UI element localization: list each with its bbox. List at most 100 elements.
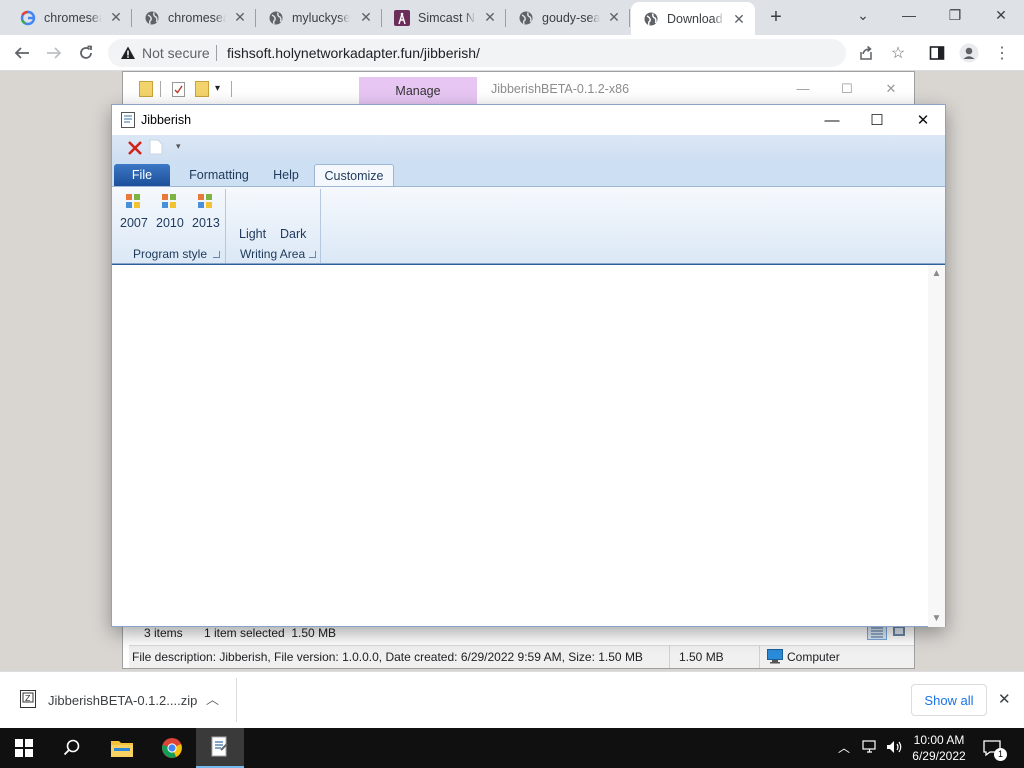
svg-text:Z: Z [25, 694, 31, 703]
tab-customize[interactable]: Customize [314, 164, 394, 186]
selection-info: 1 item selected 1.50 MB [204, 626, 337, 640]
writing-area-launcher-icon[interactable] [309, 251, 316, 258]
group-divider [225, 189, 226, 263]
writing-dark-button[interactable]: Dark [280, 227, 306, 241]
close-tab-icon[interactable]: ✕ [108, 9, 124, 25]
close-document-icon[interactable] [127, 140, 143, 159]
tab-file[interactable]: File [114, 164, 170, 186]
zip-file-icon[interactable]: Z [20, 690, 36, 711]
browser-tab[interactable]: chromesea ✕ [8, 0, 132, 35]
profile-avatar-icon[interactable] [955, 39, 983, 67]
title-bar: Jibberish — ☐ ✕ [112, 105, 945, 135]
windows-start-icon[interactable] [0, 728, 48, 768]
style-2010-label: 2010 [156, 216, 184, 230]
file-description: File description: Jibberish, File versio… [132, 650, 643, 664]
security-label[interactable]: Not secure [142, 45, 210, 61]
style-icon [161, 193, 177, 212]
file-explorer-icon[interactable] [98, 728, 146, 768]
quick-access-toolbar: ▾ [112, 135, 945, 161]
divider [759, 646, 760, 668]
address-bar[interactable]: Not secure fishsoft.holynetworkadapter.f… [108, 39, 846, 67]
close-window-button[interactable]: ✕ [978, 0, 1024, 30]
download-shelf: Z JibberishBETA-0.1.2....zip ︿ Show all … [0, 671, 1024, 728]
close-tab-icon[interactable]: ✕ [731, 11, 747, 27]
divider [236, 678, 237, 722]
system-clock[interactable]: 10:00 AM 6/29/2022 [905, 732, 973, 764]
globe-icon [268, 10, 284, 26]
search-icon[interactable] [48, 728, 96, 768]
browser-tab[interactable]: Simcast Ne ✕ [382, 0, 506, 35]
customize-qat-icon[interactable]: ▾ [215, 83, 220, 94]
chevron-up-icon[interactable]: ︿ [206, 689, 219, 708]
customize-qat-icon[interactable]: ▾ [176, 141, 181, 152]
bookmark-star-icon[interactable]: ☆ [884, 39, 912, 67]
maximize-button[interactable]: ☐ [827, 77, 867, 101]
back-icon[interactable] [8, 39, 36, 67]
browser-tab[interactable]: goudy-sea ✕ [506, 0, 630, 35]
divider [669, 646, 670, 668]
minimize-button[interactable]: — [886, 0, 932, 30]
simcast-icon [394, 9, 410, 26]
close-tab-icon[interactable]: ✕ [482, 9, 498, 25]
url-text[interactable]: fishsoft.holynetworkadapter.fun/jibberis… [227, 45, 480, 61]
scroll-up-icon[interactable]: ▲ [928, 265, 945, 282]
restore-button[interactable]: ❐ [932, 0, 978, 30]
divider [216, 45, 217, 61]
chrome-icon[interactable] [148, 728, 196, 768]
browser-tab-active[interactable]: Download ✕ [631, 2, 755, 35]
maximize-button[interactable]: ☐ [854, 105, 900, 135]
close-tab-icon[interactable]: ✕ [606, 9, 622, 25]
forward-icon[interactable] [40, 39, 68, 67]
share-icon[interactable] [852, 39, 880, 67]
notification-count-badge: 1 [994, 748, 1007, 761]
tab-formatting[interactable]: Formatting [184, 164, 254, 186]
new-document-icon[interactable] [149, 139, 163, 158]
close-button[interactable]: ✕ [900, 105, 946, 135]
close-tab-icon[interactable]: ✕ [358, 9, 374, 25]
minimize-button[interactable]: — [783, 77, 823, 101]
style-2007-label: 2007 [120, 216, 148, 230]
menu-kebab-icon[interactable]: ⋮ [988, 39, 1016, 67]
scroll-down-icon[interactable]: ▼ [928, 610, 945, 627]
tab-help[interactable]: Help [265, 164, 307, 186]
close-tab-icon[interactable]: ✕ [232, 9, 248, 25]
browser-tab[interactable]: chromesea ✕ [132, 0, 256, 35]
item-count: 3 items [144, 626, 183, 640]
window-title: Jibberish [141, 113, 192, 127]
close-button[interactable]: ✕ [871, 77, 911, 101]
explorer-title: JibberishBETA-0.1.2-x86 [491, 82, 630, 96]
show-all-button[interactable]: Show all [911, 684, 987, 716]
program-style-launcher-icon[interactable] [213, 251, 220, 258]
tab-label: goudy-sea [542, 10, 600, 25]
new-folder-icon[interactable] [195, 81, 209, 97]
browser-tab[interactable]: myluckysea ✕ [256, 0, 382, 35]
properties-icon[interactable] [172, 82, 185, 97]
style-2013-button[interactable]: 2013 [189, 191, 221, 233]
close-icon[interactable]: ✕ [998, 690, 1011, 708]
style-icon [197, 193, 213, 212]
explorer-details-bar: File description: Jibberish, File versio… [129, 645, 914, 668]
volume-icon[interactable] [886, 739, 904, 758]
folder-icon[interactable] [139, 81, 153, 97]
network-icon[interactable] [862, 739, 880, 758]
google-g-icon [20, 10, 36, 26]
style-2010-button[interactable]: 2010 [153, 191, 185, 233]
download-file-name[interactable]: JibberishBETA-0.1.2....zip [48, 693, 197, 708]
minimize-button[interactable]: — [809, 105, 855, 135]
jibberish-window: Jibberish — ☐ ✕ ▾ File Formatting Help C… [111, 104, 946, 627]
clock-date: 6/29/2022 [912, 749, 966, 763]
vertical-scrollbar[interactable]: ▲ ▼ [928, 265, 945, 627]
writing-light-button[interactable]: Light [239, 227, 266, 241]
clock-time: 10:00 AM [913, 733, 965, 747]
style-2013-label: 2013 [192, 216, 220, 230]
new-tab-button[interactable]: + [764, 6, 788, 28]
style-2007-button[interactable]: 2007 [117, 191, 149, 233]
jibberish-taskbar-icon[interactable] [196, 728, 244, 768]
side-panel-icon[interactable] [923, 39, 951, 67]
tab-manage[interactable]: Manage [359, 77, 477, 105]
reload-icon[interactable] [72, 39, 100, 67]
writing-area[interactable]: ▲ ▼ [112, 264, 945, 627]
chevron-up-icon[interactable]: ︿ [838, 739, 850, 756]
warning-icon[interactable] [120, 45, 136, 61]
tab-search-icon[interactable]: ⌄ [840, 0, 886, 30]
